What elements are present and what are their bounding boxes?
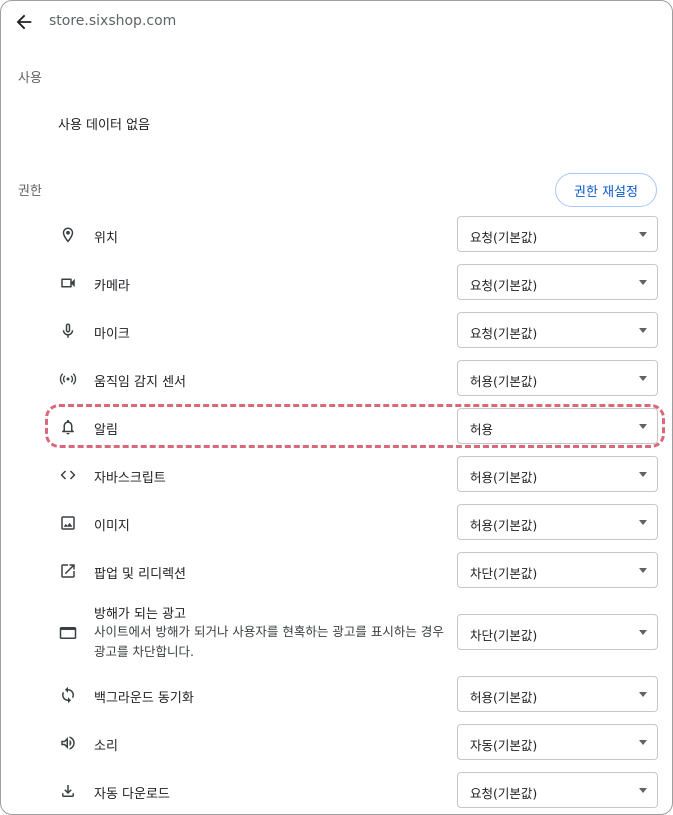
permission-select-value: 허용 <box>470 422 494 437</box>
permission-select[interactable]: 차단(기본값) <box>457 614 658 650</box>
dropdown-caret-icon <box>639 740 647 745</box>
reset-permissions-button[interactable]: 권한 재설정 <box>555 173 657 207</box>
permission-label: 위치 <box>94 231 118 246</box>
permission-select-value: 자동(기본값) <box>470 738 538 753</box>
permission-select[interactable]: 요청(기본값) <box>457 312 658 348</box>
sync-icon <box>57 684 79 706</box>
permission-select-value: 요청(기본값) <box>470 326 538 341</box>
dropdown-caret-icon <box>639 692 647 697</box>
dropdown-caret-icon <box>639 520 647 525</box>
permission-label: 자동 다운로드 <box>94 787 170 802</box>
permission-select[interactable]: 요청(기본값) <box>457 264 658 300</box>
dropdown-caret-icon <box>639 376 647 381</box>
dropdown-caret-icon <box>639 232 647 237</box>
permission-select-value: 요청(기본값) <box>470 786 538 801</box>
usage-data-text: 사용 데이터 없음 <box>58 118 150 133</box>
permission-select[interactable]: 자동(기본값) <box>457 724 658 760</box>
permission-label: 이미지 <box>94 519 130 534</box>
back-button[interactable] <box>13 11 35 33</box>
dropdown-caret-icon <box>639 788 647 793</box>
dropdown-caret-icon <box>639 472 647 477</box>
site-settings-page: store.sixshop.com 사용 사용 데이터 없음 권한 권한 재설정… <box>0 0 673 815</box>
dropdown-caret-icon <box>639 568 647 573</box>
dropdown-caret-icon <box>639 280 647 285</box>
sound-icon <box>57 732 79 754</box>
bell-icon <box>57 416 79 438</box>
header: store.sixshop.com <box>1 1 672 43</box>
download-icon <box>57 780 79 802</box>
permission-select-value: 허용(기본값) <box>470 374 538 389</box>
permission-label: 카메라 <box>94 279 130 294</box>
permission-select-value: 허용(기본값) <box>470 470 538 485</box>
permission-select[interactable]: 허용(기본값) <box>457 676 658 712</box>
location-icon <box>57 224 79 246</box>
permission-select[interactable]: 허용(기본값) <box>457 456 658 492</box>
usage-section-label: 사용 <box>18 71 42 86</box>
permissions-section-label: 권한 <box>18 184 42 199</box>
permission-label: 자바스크립트 <box>94 471 166 486</box>
permission-select-value: 허용(기본값) <box>470 518 538 533</box>
dropdown-caret-icon <box>639 630 647 635</box>
permission-select[interactable]: 차단(기본값) <box>457 552 658 588</box>
permission-select[interactable]: 허용(기본값) <box>457 360 658 396</box>
permission-select[interactable]: 요청(기본값) <box>457 772 658 808</box>
permission-select-value: 요청(기본값) <box>470 278 538 293</box>
permission-select-value: 차단(기본값) <box>470 628 538 643</box>
popup-icon <box>57 560 79 582</box>
permission-description: 사이트에서 방해가 되거나 사용자를 현혹하는 광고를 표시하는 경우 광고를 … <box>94 624 444 659</box>
site-url: store.sixshop.com <box>49 13 177 29</box>
permission-select-value: 차단(기본값) <box>470 566 538 581</box>
permission-select-value: 허용(기본값) <box>470 690 538 705</box>
permission-label: 방해가 되는 광고 <box>94 607 186 622</box>
camera-icon <box>57 272 79 294</box>
permission-select-value: 요청(기본값) <box>470 230 538 245</box>
permission-select[interactable]: 허용(기본값) <box>457 504 658 540</box>
permission-select[interactable]: 요청(기본값) <box>457 216 658 252</box>
microphone-icon <box>57 320 79 342</box>
permission-label: 소리 <box>94 739 118 754</box>
ads-icon <box>57 622 79 644</box>
dropdown-caret-icon <box>639 424 647 429</box>
permission-label: 알림 <box>94 423 118 438</box>
permission-label: 팝업 및 리디렉션 <box>94 567 186 582</box>
code-icon <box>57 464 79 486</box>
arrow-left-icon <box>16 14 32 30</box>
motion-sensor-icon <box>57 368 79 390</box>
permission-label: 움직임 감지 센서 <box>94 375 186 390</box>
permission-label: 마이크 <box>94 327 130 342</box>
image-icon <box>57 512 79 534</box>
permission-label: 백그라운드 동기화 <box>94 691 194 706</box>
permission-select[interactable]: 허용 <box>457 408 658 444</box>
dropdown-caret-icon <box>639 328 647 333</box>
